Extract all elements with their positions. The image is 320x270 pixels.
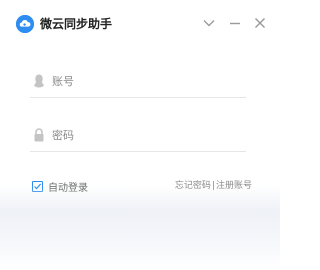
chevron-down-icon <box>203 20 215 27</box>
checkmark-icon <box>34 183 42 189</box>
auto-login-option[interactable]: 自动登录 <box>32 178 88 194</box>
account-links: 忘记密码|注册账号 <box>175 179 252 193</box>
account-input[interactable] <box>52 71 242 91</box>
collapse-button[interactable] <box>200 14 218 32</box>
minimize-button[interactable] <box>226 14 244 32</box>
close-icon <box>255 18 265 28</box>
link-separator: | <box>211 181 215 191</box>
close-button[interactable] <box>251 14 269 32</box>
password-field[interactable] <box>30 121 246 152</box>
password-input[interactable] <box>52 125 242 145</box>
lock-icon <box>32 127 46 143</box>
app-title: 微云同步助手 <box>40 17 113 31</box>
bottom-fade-overlay <box>0 186 280 270</box>
title-bar[interactable]: 微云同步助手 <box>0 0 280 46</box>
login-window: 微云同步助手 账号 自动登录 忘记密码|注册账号 <box>0 0 280 270</box>
minimize-icon <box>230 22 240 25</box>
auto-login-checkbox[interactable] <box>32 180 43 192</box>
forgot-password-link[interactable]: 忘记密码 <box>175 181 211 191</box>
auto-login-label: 自动登录 <box>48 182 88 194</box>
cloud-logo-icon <box>16 15 34 33</box>
register-link[interactable]: 注册账号 <box>216 181 252 191</box>
user-icon <box>32 73 46 89</box>
account-field[interactable] <box>30 67 246 98</box>
